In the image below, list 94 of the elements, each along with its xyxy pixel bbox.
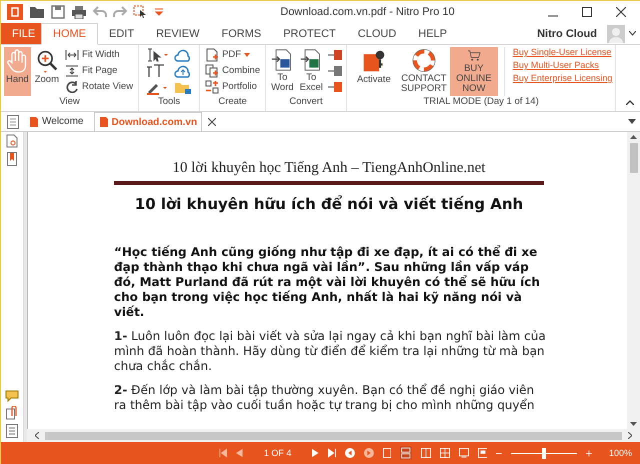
contact-support-button[interactable]: CONTACT SUPPORT <box>400 47 448 96</box>
presentation-icon[interactable] <box>478 447 488 459</box>
attachment-icon[interactable] <box>6 406 18 420</box>
document-title: 10 lời khuyên hữu ích để nói và viết tiếng Anh <box>134 195 524 213</box>
back-icon[interactable] <box>345 447 356 459</box>
collapse-ribbon-icon[interactable] <box>626 100 634 105</box>
customize-icon[interactable] <box>155 8 163 16</box>
new-document-icon <box>205 48 220 62</box>
zoom-icon <box>36 49 58 73</box>
cloud-edit-icon[interactable] <box>174 48 192 62</box>
zoom-in-icon[interactable] <box>586 450 592 456</box>
key-icon <box>360 49 387 73</box>
to-excel-button[interactable]: To Excel <box>298 47 325 96</box>
redo-icon[interactable] <box>113 6 127 18</box>
document-tab[interactable]: Welcome <box>25 112 88 131</box>
document-tab[interactable]: Download.com.vn <box>94 112 202 131</box>
comment-icon[interactable] <box>5 390 19 402</box>
window-title: Download.com.vn.pdf - Nitro Pro 10 <box>279 6 456 18</box>
pages-panel-icon[interactable] <box>7 114 19 128</box>
scrollbar-thumb[interactable] <box>45 432 622 440</box>
caret-icon <box>244 52 250 56</box>
ribbon-tab[interactable]: PROTECT <box>272 23 347 44</box>
ribbon-tab[interactable]: EDIT <box>98 23 146 44</box>
view-option-button[interactable]: Fit Width <box>63 47 136 62</box>
select-text-icon[interactable] <box>146 48 170 62</box>
word-file-icon <box>271 49 294 71</box>
buy-link[interactable]: Buy Multi-User Packs <box>512 60 612 70</box>
group-label: Create <box>217 96 248 109</box>
view-option-button[interactable]: Fit Page <box>63 63 136 78</box>
next-page-icon[interactable] <box>312 448 319 458</box>
create-option-button[interactable]: Portfolio <box>203 79 262 94</box>
group-label: TRIAL MODE (Day 1 of 14) <box>422 96 540 109</box>
dropdown-icon[interactable] <box>629 31 636 36</box>
tip-paragraph: 2- Đến lớp và làm bài tập thường xuyên. Bạn có thể đề nghị giáo viên ra thêm bài tập vào cuối tuần hoặc tự trang bị cho mình những quyển <box>114 383 536 413</box>
grid-view-icon[interactable] <box>440 447 450 459</box>
create-option-button[interactable]: Combine <box>203 63 262 78</box>
cloud-upload-icon[interactable] <box>174 64 192 78</box>
scroll-right-icon[interactable] <box>628 432 632 439</box>
two-page-icon[interactable] <box>420 447 431 459</box>
view-option-button[interactable]: Rotate View <box>63 79 136 94</box>
fit-page-icon <box>65 64 80 76</box>
maximize-icon[interactable] <box>582 7 592 17</box>
monitor-icon[interactable] <box>458 447 469 459</box>
last-page-icon[interactable] <box>328 448 336 458</box>
buy-link[interactable]: Buy Single-User License <box>512 47 612 57</box>
page-list-icon[interactable] <box>6 424 18 438</box>
page-indicator[interactable]: 1 OF 4 <box>264 448 292 458</box>
ribbon-tab[interactable]: HOME <box>41 23 98 45</box>
scroll-up-icon[interactable] <box>630 135 637 139</box>
ribbon-tab[interactable]: CLOUD <box>346 23 408 44</box>
group-label: Tools <box>156 96 182 109</box>
continuous-view-icon[interactable] <box>400 445 412 461</box>
lifebuoy-icon <box>410 49 437 72</box>
folder-icon[interactable] <box>29 5 45 19</box>
rotate-icon <box>65 80 80 92</box>
close-icon[interactable] <box>616 7 626 17</box>
zoom-percent: 100% <box>609 448 632 458</box>
group-label: View <box>58 96 81 109</box>
hand-button[interactable]: Hand <box>4 47 31 96</box>
excel-file-icon <box>300 49 322 71</box>
tip-paragraph: 1- Luôn luôn đọc lại bài viết và sửa lại ngay cả khi bạn nghĩ bài làm của mình đã hoàn thành. Hãy dùng từ điển để kiểm tra lại những từ mà bạn chưa chắc chắn. <box>114 329 547 374</box>
folder-lock-icon[interactable] <box>174 81 192 96</box>
scroll-down-icon[interactable] <box>630 422 637 426</box>
close-tab-icon[interactable] <box>208 118 216 126</box>
print-icon[interactable] <box>71 5 87 19</box>
group-label: Convert <box>288 96 324 109</box>
ribbon-tab[interactable]: REVIEW <box>145 23 210 44</box>
tab-list-icon[interactable] <box>628 119 636 124</box>
ribbon-tab[interactable]: HELP <box>407 23 458 44</box>
undo-icon[interactable] <box>93 6 107 18</box>
zoom-slider-thumb[interactable] <box>542 448 546 458</box>
fit-width-icon <box>65 48 80 60</box>
buy-link[interactable]: Buy Enterprise Licensing <box>512 73 612 83</box>
save-icon[interactable] <box>51 5 65 19</box>
scroll-left-icon[interactable] <box>35 432 39 439</box>
file-menu-button[interactable]: FILE <box>1 23 41 44</box>
pdf-file-icon <box>29 116 39 128</box>
hand-icon <box>6 49 28 73</box>
intro-paragraph: “Học tiếng Anh cũng giống như tập đi xe đạp, ít ai có thể đi xe đạp thành thạo khi chưa ngã vài lần”. Sau những lần vấp váp đó, Matt Purland đã rút ra một vài lời khuyên có thể sẽ hữu ích cho bạn trong việc học tiếng Anh, nhất là hai kỹ năng nói và viết. <box>114 245 541 320</box>
zoom-button[interactable]: Zoom <box>32 47 62 96</box>
portfolio-icon <box>205 80 220 94</box>
page-header: 10 lời khuyên học Tiếng Anh – TiengAnhOnline.net <box>172 160 486 177</box>
account-name[interactable]: Nitro Cloud <box>537 28 597 40</box>
scrollbar-thumb[interactable] <box>630 143 638 173</box>
to-word-button[interactable]: To Word <box>269 47 296 96</box>
combine-icon <box>205 64 220 78</box>
bookmark-icon[interactable] <box>7 152 17 166</box>
buy-online-button[interactable]: BUY ONLINE NOW <box>450 47 498 96</box>
app-logo-icon[interactable] <box>7 4 23 20</box>
activate-button[interactable]: Activate <box>350 47 398 96</box>
ribbon-tab[interactable]: FORMS <box>210 23 272 44</box>
pdf-file-icon <box>98 116 108 128</box>
create-option-button[interactable]: PDF <box>203 47 262 62</box>
single-page-icon[interactable] <box>383 447 392 459</box>
